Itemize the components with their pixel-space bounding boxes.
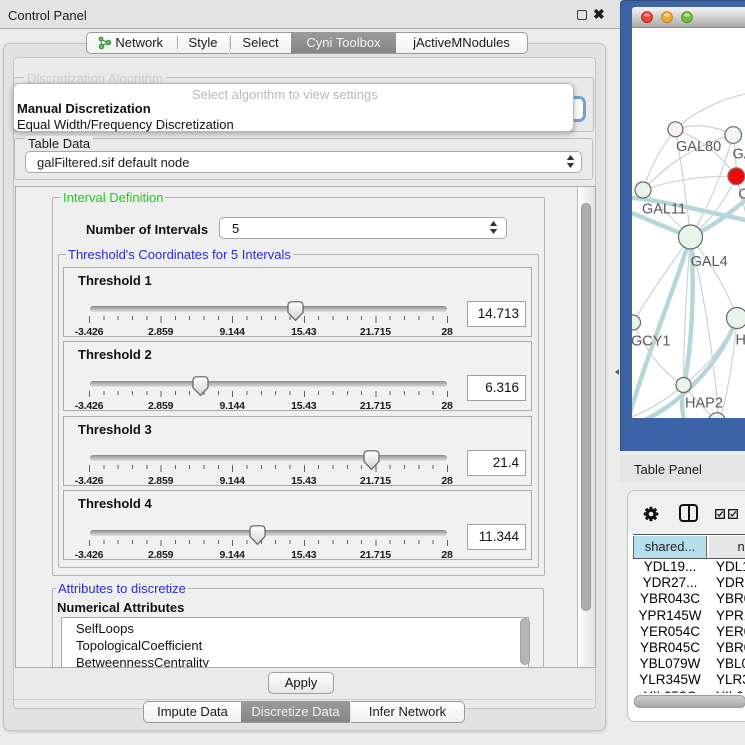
svg-text:HAP2: HAP2 <box>685 396 723 412</box>
svg-text:GAL4: GAL4 <box>691 254 728 270</box>
svg-text:CY: CY <box>738 187 745 203</box>
svg-text:GCY1: GCY1 <box>632 334 671 350</box>
svg-text:GA: GA <box>733 147 745 163</box>
svg-text:GAL11: GAL11 <box>642 201 686 217</box>
svg-text:H: H <box>736 333 745 349</box>
svg-text:GAL80: GAL80 <box>676 139 721 155</box>
